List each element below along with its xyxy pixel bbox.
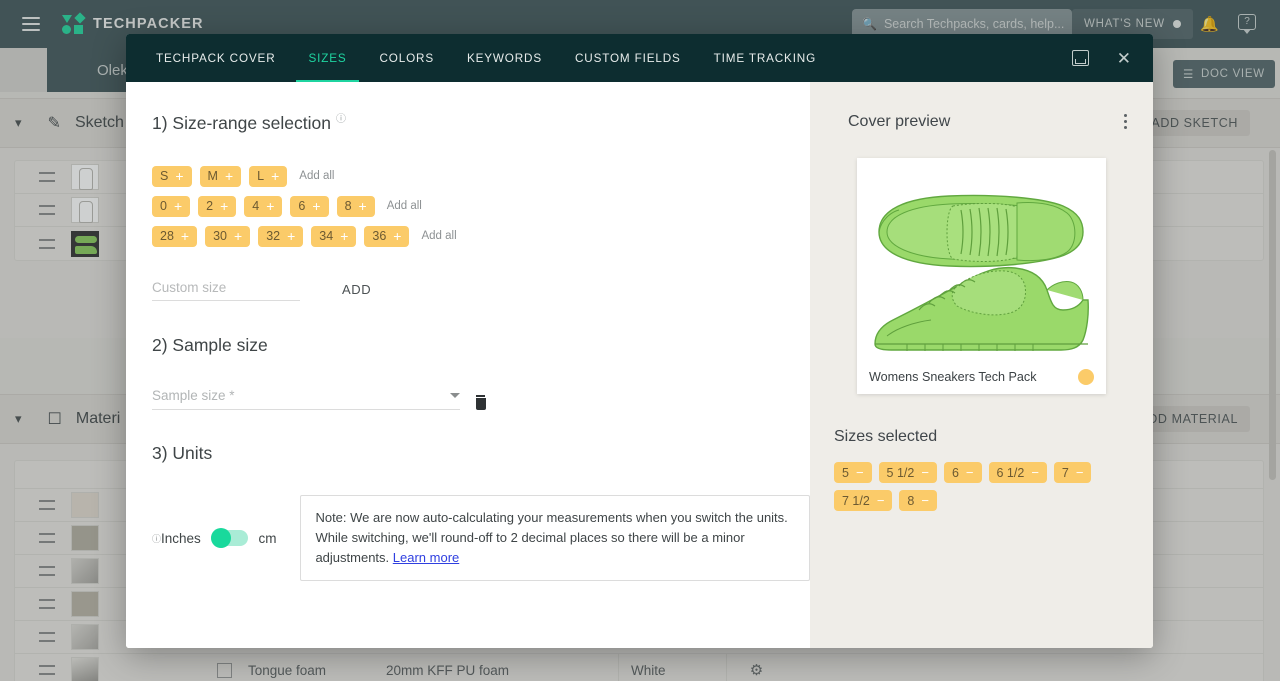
plus-icon[interactable]: + <box>340 229 348 243</box>
modal-header-actions: ✕ <box>1071 50 1131 67</box>
step2-title: 2) Sample size <box>152 334 268 355</box>
size-chip[interactable]: 0 + <box>152 195 191 217</box>
sizes-modal: TECHPACK COVER SIZES COLORS KEYWORDS CUS… <box>126 34 1153 648</box>
add-all-link[interactable]: Add all <box>299 170 334 182</box>
size-row-numeric: 0 + 2 + 4 + 6 + 8 + Add all <box>152 195 810 217</box>
plus-icon[interactable]: + <box>174 199 182 213</box>
size-chip[interactable]: 28 + <box>152 225 198 247</box>
plus-icon[interactable]: + <box>312 199 320 213</box>
selected-size-chip[interactable]: 6− <box>943 462 982 484</box>
tab-time-tracking[interactable]: TIME TRACKING <box>714 34 816 82</box>
cover-card[interactable]: Womens Sneakers Tech Pack <box>857 158 1106 395</box>
sizes-selected-list: 5− 5 1/2− 6− 6 1/2− 7− 7 1/2− 8− <box>834 462 1152 512</box>
size-chip[interactable]: 36 + <box>364 225 410 247</box>
plus-icon[interactable]: + <box>234 229 242 243</box>
tab-sizes[interactable]: SIZES <box>296 34 359 82</box>
info-icon[interactable]: ⓘ <box>152 532 161 545</box>
size-range-rows: S + M + L + Add all 0 + 2 + 4 + 6 + 8 + Add all <box>152 165 810 247</box>
cover-card-footer: Womens Sneakers Tech Pack <box>857 360 1106 394</box>
tab-keywords[interactable]: KEYWORDS <box>467 34 542 82</box>
units-row: ⓘ Inches cm Note: We are now auto-calcula… <box>152 494 810 582</box>
add-custom-size-button[interactable]: ADD <box>342 282 371 301</box>
size-chip[interactable]: M + <box>199 165 242 187</box>
units-note: Note: We are now auto-calculating your m… <box>300 494 810 582</box>
size-chip[interactable]: 34 + <box>311 225 357 247</box>
size-chip[interactable]: L + <box>249 165 288 187</box>
more-vertical-icon[interactable] <box>1118 108 1133 135</box>
selected-size-chip[interactable]: 6 1/2− <box>988 462 1047 484</box>
minus-icon[interactable]: − <box>877 494 885 507</box>
size-chip[interactable]: 30 + <box>205 225 251 247</box>
minus-icon[interactable]: − <box>856 466 864 479</box>
sizes-selected-title: Sizes selected <box>834 428 938 446</box>
plus-icon[interactable]: + <box>220 199 228 213</box>
plus-icon[interactable]: + <box>287 229 295 243</box>
minus-icon[interactable]: − <box>966 466 974 479</box>
size-chip[interactable]: 2 + <box>198 195 237 217</box>
size-chip[interactable]: S + <box>152 165 192 187</box>
size-chip[interactable]: 6 + <box>290 195 329 217</box>
size-chip[interactable]: 4 + <box>244 195 283 217</box>
toggle-knob <box>210 528 231 549</box>
units-cm-label: cm <box>258 530 277 546</box>
selected-size-chip[interactable]: 5 1/2− <box>878 462 937 484</box>
info-icon[interactable]: ⓘ <box>336 114 346 125</box>
save-icon[interactable] <box>1071 50 1089 66</box>
tab-techpack-cover[interactable]: TECHPACK COVER <box>156 34 275 82</box>
selected-size-chip[interactable]: 7− <box>1053 462 1092 484</box>
custom-size-input[interactable] <box>152 279 300 301</box>
chevron-down-icon[interactable] <box>450 392 460 398</box>
minus-icon[interactable]: − <box>1076 466 1084 479</box>
selected-size-chip[interactable]: 7 1/2− <box>834 490 893 512</box>
minus-icon[interactable]: − <box>921 494 929 507</box>
size-row-alpha: S + M + L + Add all <box>152 165 810 187</box>
cover-preview-header: Cover preview <box>810 108 1153 135</box>
tab-colors[interactable]: COLORS <box>380 34 434 82</box>
selected-size-chip[interactable]: 5− <box>834 462 872 484</box>
plus-icon[interactable]: + <box>181 229 189 243</box>
cover-preview-title: Cover preview <box>848 112 951 130</box>
size-chip[interactable]: 8 + <box>336 195 375 217</box>
plus-icon[interactable]: + <box>266 199 274 213</box>
units-note-text: Note: We are now auto-calculating your m… <box>315 509 788 566</box>
modal-tabbar: TECHPACK COVER SIZES COLORS KEYWORDS CUS… <box>126 34 1153 82</box>
plus-icon[interactable]: + <box>393 229 401 243</box>
sizes-form-pane: 1) Size-range selection ⓘ S + M + L + Add al… <box>126 82 810 648</box>
sample-size-value: Sample size * <box>152 387 235 403</box>
selected-size-chip[interactable]: 8− <box>899 490 937 512</box>
close-icon[interactable]: ✕ <box>1117 50 1131 67</box>
cover-name: Womens Sneakers Tech Pack <box>869 370 1037 385</box>
cover-preview-pane: Cover preview Womens Sneakers Tech Pack … <box>810 82 1153 648</box>
sample-size-select[interactable]: Sample size * <box>152 388 460 410</box>
minus-icon[interactable]: − <box>1031 466 1039 479</box>
modal-body: 1) Size-range selection ⓘ S + M + L + Add al… <box>126 82 1153 648</box>
trash-icon[interactable] <box>474 394 487 410</box>
learn-more-link[interactable]: Learn more <box>393 550 459 565</box>
sneaker-illustration <box>857 158 1106 361</box>
minus-icon[interactable]: − <box>921 466 929 479</box>
step1-title: 1) Size-range selection ⓘ <box>152 112 346 133</box>
add-all-link[interactable]: Add all <box>421 230 456 242</box>
size-row-eu: 28 + 30 + 32 + 34 + 36 + Add all <box>152 225 810 247</box>
sample-size-row: Sample size * <box>152 388 810 410</box>
add-all-link[interactable]: Add all <box>387 200 422 212</box>
plus-icon[interactable]: + <box>225 169 233 183</box>
size-chip[interactable]: 32 + <box>258 225 304 247</box>
tab-custom-fields[interactable]: CUSTOM FIELDS <box>575 34 681 82</box>
step3-title: 3) Units <box>152 442 213 463</box>
units-toggle[interactable] <box>210 528 249 549</box>
plus-icon[interactable]: + <box>271 169 279 183</box>
units-inches-label: Inches <box>161 530 201 546</box>
cover-color-dot[interactable] <box>1078 369 1094 386</box>
custom-size-row: ADD <box>152 279 810 301</box>
plus-icon[interactable]: + <box>175 169 183 183</box>
plus-icon[interactable]: + <box>359 199 367 213</box>
